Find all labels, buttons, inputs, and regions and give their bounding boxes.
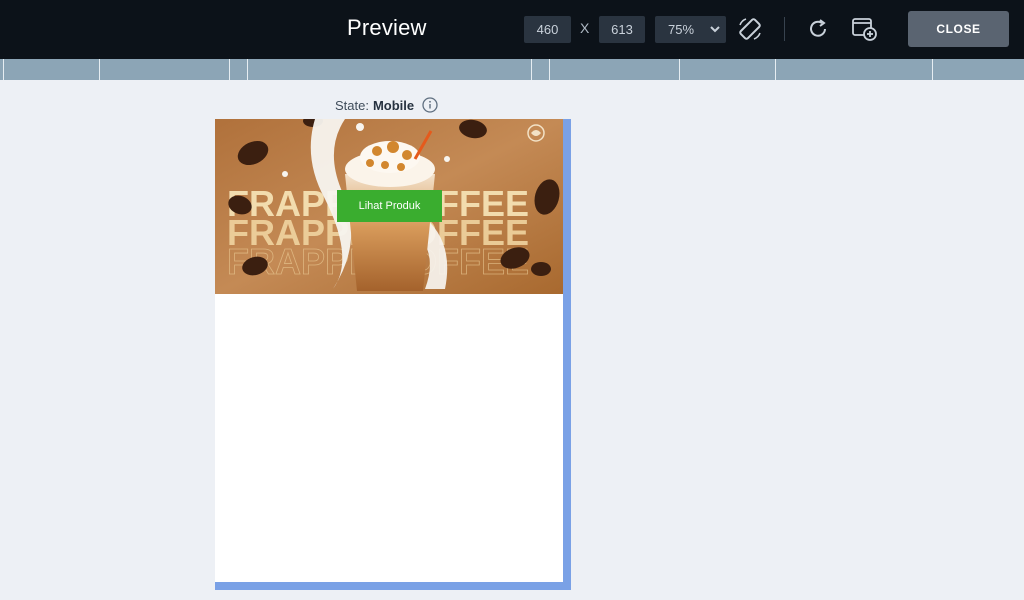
ruler-tick	[679, 59, 680, 80]
toolbar-divider	[784, 17, 785, 41]
height-input[interactable]: 613	[599, 16, 645, 43]
ruler-tick	[99, 59, 100, 80]
ruler-tick	[932, 59, 933, 80]
zoom-select[interactable]: 75%	[655, 16, 726, 43]
frappe-coffee-banner: FRAPPE COFFEE FRAPPE COFFEE FRAPPE COFFE…	[215, 119, 563, 294]
device-frame-edge-bottom	[215, 582, 571, 590]
info-icon[interactable]	[422, 97, 438, 113]
rotate-device-button[interactable]	[736, 15, 764, 43]
ruler-tick	[229, 59, 230, 80]
page-title: Preview	[347, 15, 427, 40]
refresh-icon	[810, 19, 826, 37]
device-frame-edge-right	[563, 119, 571, 583]
dimension-separator: X	[580, 20, 590, 36]
state-value: Mobile	[372, 97, 415, 113]
chevron-down-icon	[710, 26, 720, 33]
rotate-device-icon	[739, 18, 761, 40]
add-window-icon	[852, 18, 877, 41]
ruler-tick	[3, 59, 4, 80]
state-label: State: Mobile	[335, 97, 438, 113]
mobile-preview-viewport: FRAPPE COFFEE FRAPPE COFFEE FRAPPE COFFE…	[215, 119, 563, 582]
ruler-tick	[531, 59, 532, 80]
close-button[interactable]: CLOSE	[908, 11, 1009, 47]
zoom-value: 75%	[668, 22, 695, 37]
ruler-tick	[247, 59, 248, 80]
refresh-button[interactable]	[804, 15, 832, 43]
state-prefix: State:	[335, 97, 369, 113]
ruler-tick	[775, 59, 776, 80]
width-input[interactable]: 460	[524, 16, 571, 43]
add-window-button[interactable]	[850, 15, 878, 43]
ruler-tick	[549, 59, 550, 80]
lihat-produk-button[interactable]: Lihat Produk	[337, 190, 442, 222]
breakpoint-ruler	[0, 59, 1024, 80]
preview-toolbar: Preview 460 X 613 75% CLOSE	[0, 0, 1024, 59]
